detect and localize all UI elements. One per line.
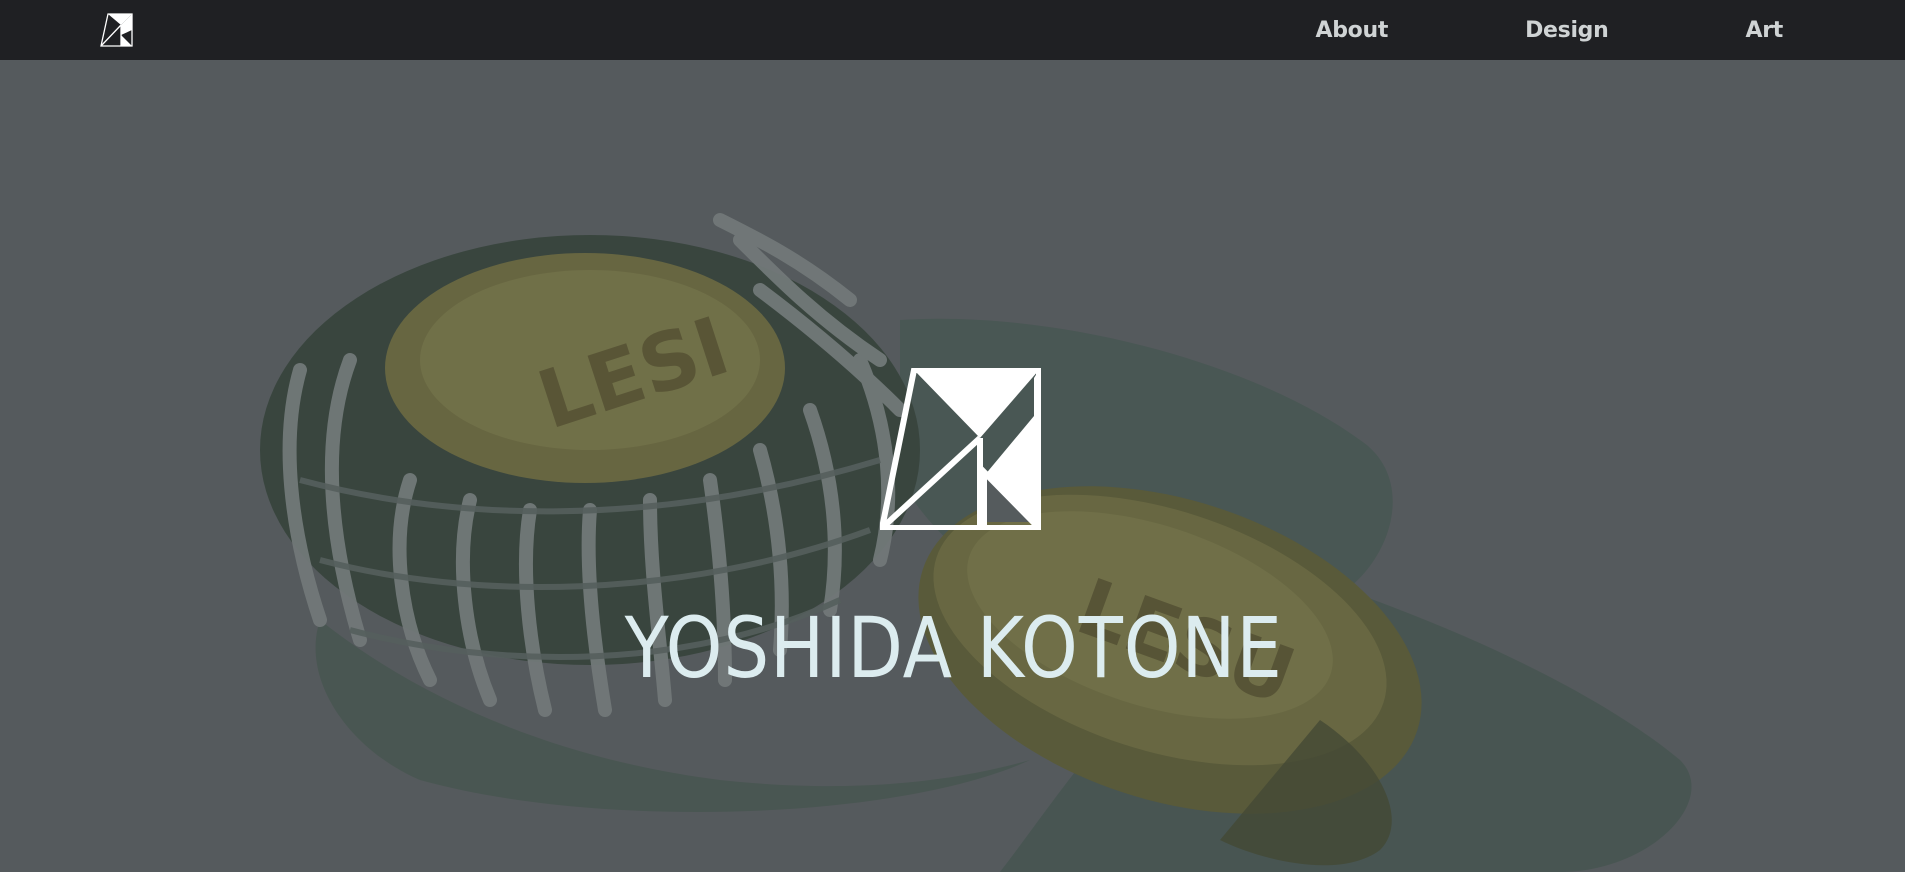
nav-link-art[interactable]: Art <box>1746 18 1784 43</box>
hero-section: LESI LESU YOSHIDA KOTONE <box>0 60 1905 872</box>
nav-link-about[interactable]: About <box>1315 18 1388 43</box>
page: About Design Art LESI LESU YOSHIDA KOTON… <box>0 0 1905 872</box>
top-navbar: About Design Art <box>0 0 1905 60</box>
nav-link-design[interactable]: Design <box>1525 18 1609 43</box>
monogram-logo-icon <box>100 13 133 47</box>
hero-title: YOSHIDA KOTONE <box>624 599 1283 697</box>
home-logo-link[interactable] <box>100 13 133 47</box>
main-nav: About Design Art <box>1315 0 1783 60</box>
monogram-logo-icon <box>880 368 1041 530</box>
